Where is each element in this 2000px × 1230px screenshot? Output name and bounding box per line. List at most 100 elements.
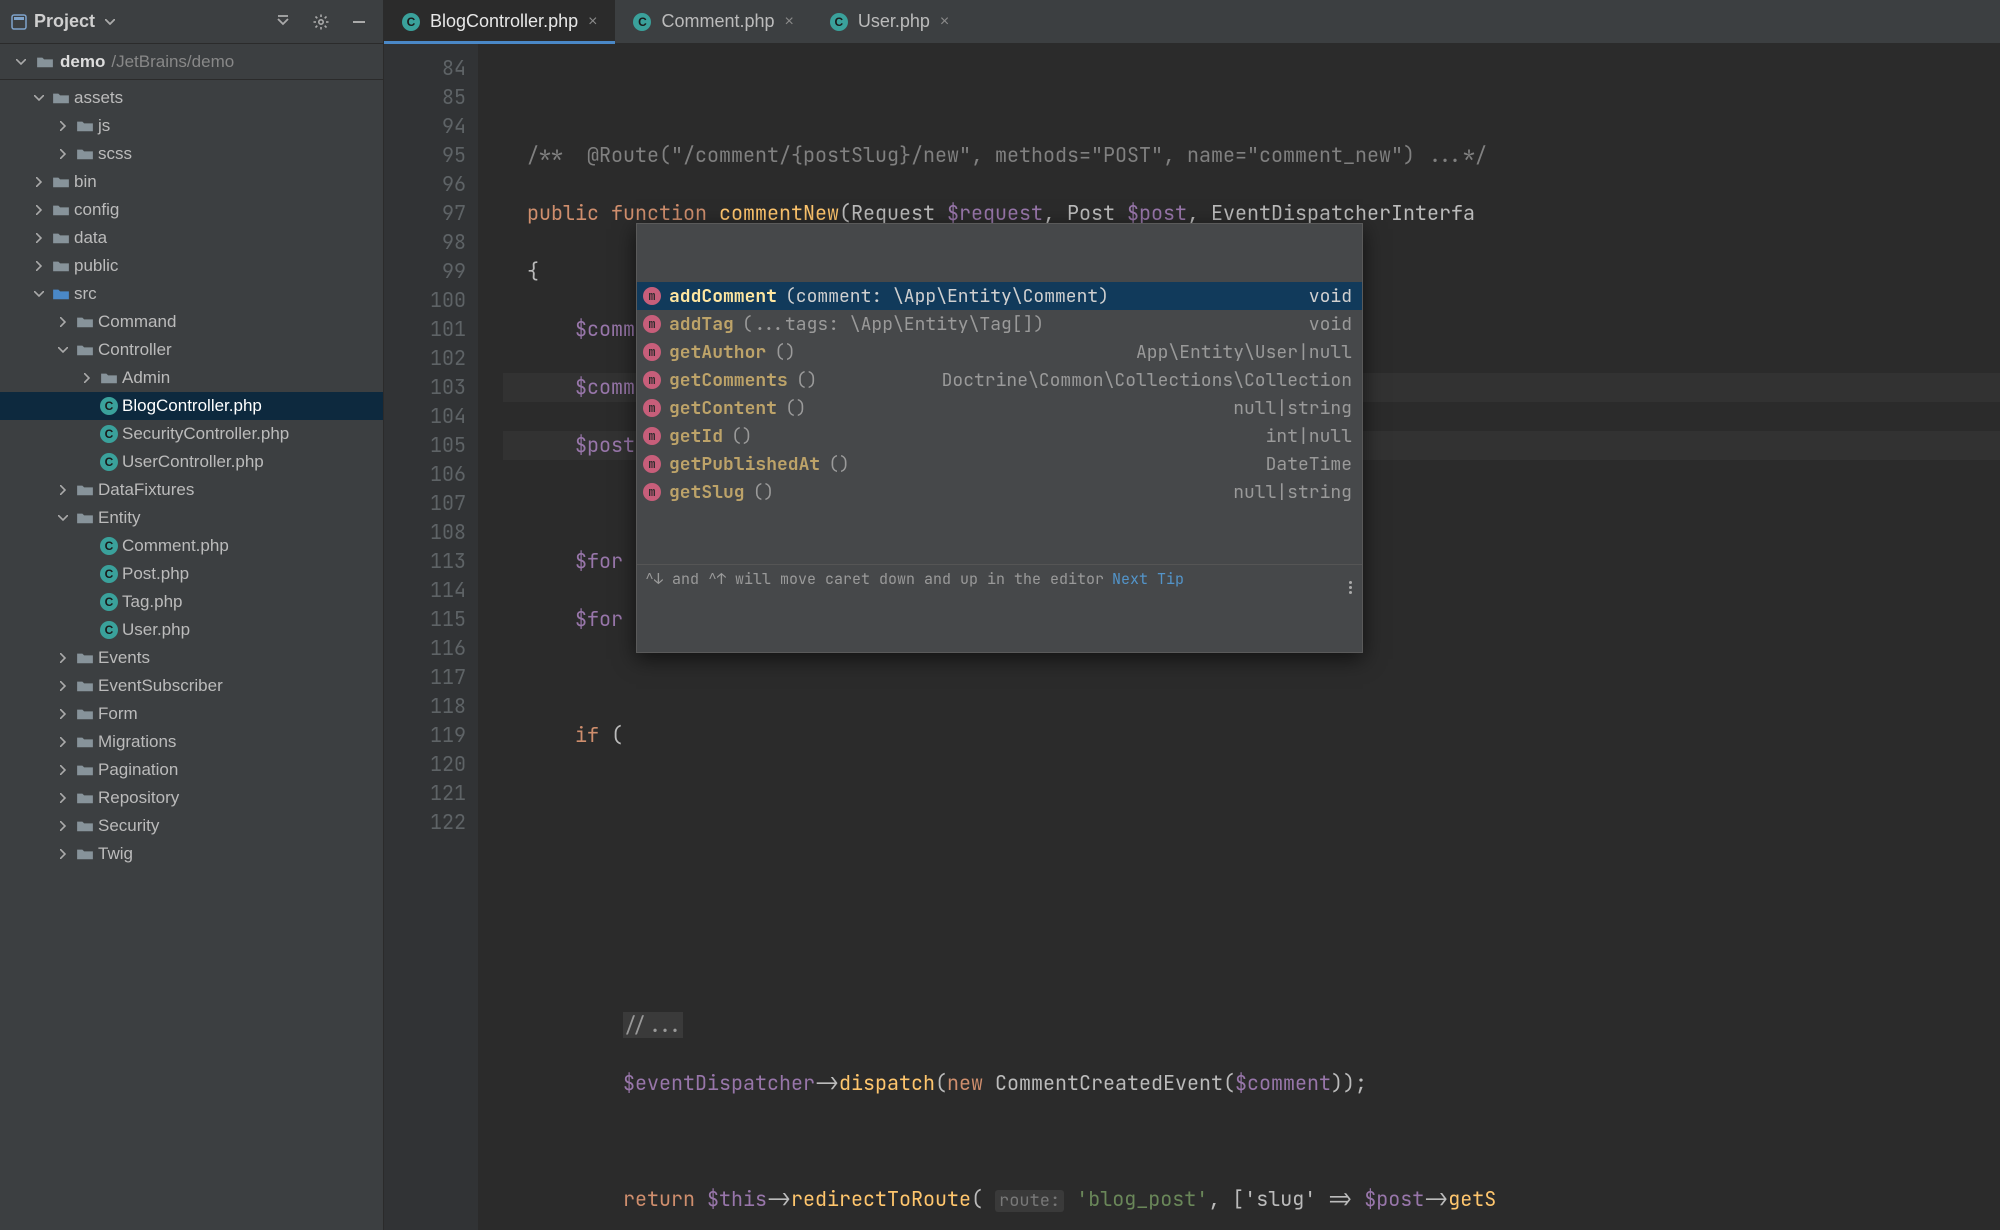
line-number[interactable]: 99 xyxy=(384,257,466,286)
editor-tabs[interactable]: CBlogController.php×CComment.php×CUser.p… xyxy=(384,0,2000,44)
line-number[interactable]: 115 xyxy=(384,605,466,634)
close-icon[interactable]: × xyxy=(588,13,597,31)
completion-item[interactable]: mgetPublishedAt()DateTime xyxy=(637,450,1362,478)
tree-item[interactable]: public xyxy=(0,252,383,280)
sidebar-title-dropdown[interactable]: Project xyxy=(10,11,259,32)
chevron-right-icon[interactable] xyxy=(30,257,48,275)
chevron-right-icon[interactable] xyxy=(30,229,48,247)
tree-item[interactable]: Command xyxy=(0,308,383,336)
chevron-right-icon[interactable] xyxy=(54,705,72,723)
tree-item[interactable]: js xyxy=(0,112,383,140)
code-editor[interactable]: 8485949596979899100101102103104105106107… xyxy=(384,44,2000,1230)
completion-item[interactable]: mgetComments()Doctrine\Common\Collection… xyxy=(637,366,1362,394)
line-number[interactable]: 84 xyxy=(384,54,466,83)
chevron-right-icon[interactable] xyxy=(54,313,72,331)
completion-item[interactable]: mgetId()int|null xyxy=(637,422,1362,450)
tree-item[interactable]: CUser.php xyxy=(0,616,383,644)
chevron-right-icon[interactable] xyxy=(54,733,72,751)
line-number[interactable]: 120 xyxy=(384,750,466,779)
completion-item[interactable]: maddComment(comment: \App\Entity\Comment… xyxy=(637,282,1362,310)
chevron-right-icon[interactable] xyxy=(78,369,96,387)
line-number[interactable]: 119 xyxy=(384,721,466,750)
line-number[interactable]: 116 xyxy=(384,634,466,663)
line-number[interactable]: 96 xyxy=(384,170,466,199)
editor-tab[interactable]: CUser.php× xyxy=(812,0,967,43)
line-number[interactable]: 95 xyxy=(384,141,466,170)
line-number[interactable]: 113 xyxy=(384,547,466,576)
line-number[interactable]: 106 xyxy=(384,460,466,489)
tree-item[interactable]: Twig xyxy=(0,840,383,868)
project-tree[interactable]: assetsjsscssbinconfigdatapublicsrcComman… xyxy=(0,80,383,1230)
tree-item[interactable]: CComment.php xyxy=(0,532,383,560)
tree-item[interactable]: Migrations xyxy=(0,728,383,756)
line-number[interactable]: 122 xyxy=(384,808,466,837)
chevron-down-icon[interactable] xyxy=(54,341,72,359)
tree-item[interactable]: Pagination xyxy=(0,756,383,784)
line-number[interactable]: 105 xyxy=(384,431,466,460)
chevron-down-icon[interactable] xyxy=(54,509,72,527)
breadcrumb[interactable]: demo /JetBrains/demo xyxy=(0,44,383,80)
tree-item[interactable]: scss xyxy=(0,140,383,168)
select-opened-file-button[interactable] xyxy=(269,8,297,36)
tree-item[interactable]: bin xyxy=(0,168,383,196)
tree-item[interactable]: CUserController.php xyxy=(0,448,383,476)
line-number[interactable]: 85 xyxy=(384,83,466,112)
line-number[interactable]: 108 xyxy=(384,518,466,547)
line-number[interactable]: 103 xyxy=(384,373,466,402)
chevron-down-icon[interactable] xyxy=(30,89,48,107)
chevron-right-icon[interactable] xyxy=(54,145,72,163)
chevron-right-icon[interactable] xyxy=(54,817,72,835)
tree-item[interactable]: data xyxy=(0,224,383,252)
line-number[interactable]: 97 xyxy=(384,199,466,228)
chevron-right-icon[interactable] xyxy=(54,649,72,667)
settings-icon[interactable] xyxy=(307,8,335,36)
chevron-right-icon[interactable] xyxy=(54,677,72,695)
next-tip-link[interactable]: Next Tip xyxy=(1112,565,1184,594)
tree-item[interactable]: Form xyxy=(0,700,383,728)
line-number[interactable]: 98 xyxy=(384,228,466,257)
chevron-right-icon[interactable] xyxy=(30,173,48,191)
completion-item[interactable]: mgetAuthor()App\Entity\User|null xyxy=(637,338,1362,366)
code-body[interactable]: /** @Route("/comment/{postSlug}/new", me… xyxy=(493,44,2000,1230)
tree-item[interactable]: DataFixtures xyxy=(0,476,383,504)
code-completion-popup[interactable]: maddComment(comment: \App\Entity\Comment… xyxy=(636,223,1363,653)
editor-tab[interactable]: CComment.php× xyxy=(615,0,811,43)
completion-list[interactable]: maddComment(comment: \App\Entity\Comment… xyxy=(637,282,1362,506)
tree-item[interactable]: config xyxy=(0,196,383,224)
chevron-down-icon[interactable] xyxy=(30,285,48,303)
tree-item[interactable]: Security xyxy=(0,812,383,840)
line-number[interactable]: 121 xyxy=(384,779,466,808)
tree-item[interactable]: CBlogController.php xyxy=(0,392,383,420)
tree-item[interactable]: src xyxy=(0,280,383,308)
line-number[interactable]: 118 xyxy=(384,692,466,721)
chevron-right-icon[interactable] xyxy=(30,201,48,219)
chevron-right-icon[interactable] xyxy=(54,117,72,135)
close-icon[interactable]: × xyxy=(785,13,794,31)
line-number[interactable]: 101 xyxy=(384,315,466,344)
editor-tab[interactable]: CBlogController.php× xyxy=(384,0,615,43)
tree-item[interactable]: CSecurityController.php xyxy=(0,420,383,448)
completion-item[interactable]: mgetContent()null|string xyxy=(637,394,1362,422)
line-number[interactable]: 117 xyxy=(384,663,466,692)
tree-item[interactable]: CPost.php xyxy=(0,560,383,588)
tree-item[interactable]: Admin xyxy=(0,364,383,392)
chevron-right-icon[interactable] xyxy=(54,761,72,779)
completion-item[interactable]: maddTag(...tags: \App\Entity\Tag[])void xyxy=(637,310,1362,338)
chevron-right-icon[interactable] xyxy=(54,789,72,807)
hide-sidebar-button[interactable] xyxy=(345,8,373,36)
tree-item[interactable]: assets xyxy=(0,84,383,112)
tree-item[interactable]: Entity xyxy=(0,504,383,532)
line-number[interactable]: 107 xyxy=(384,489,466,518)
fold-column[interactable] xyxy=(479,44,493,1230)
chevron-right-icon[interactable] xyxy=(54,481,72,499)
tree-item[interactable]: Repository xyxy=(0,784,383,812)
line-number[interactable]: 102 xyxy=(384,344,466,373)
line-number[interactable]: 94 xyxy=(384,112,466,141)
more-options-button[interactable] xyxy=(1349,565,1352,594)
chevron-right-icon[interactable] xyxy=(54,845,72,863)
tree-item[interactable]: Controller xyxy=(0,336,383,364)
tree-item[interactable]: CTag.php xyxy=(0,588,383,616)
tree-item[interactable]: Events xyxy=(0,644,383,672)
line-number[interactable]: 114 xyxy=(384,576,466,605)
tree-item[interactable]: EventSubscriber xyxy=(0,672,383,700)
